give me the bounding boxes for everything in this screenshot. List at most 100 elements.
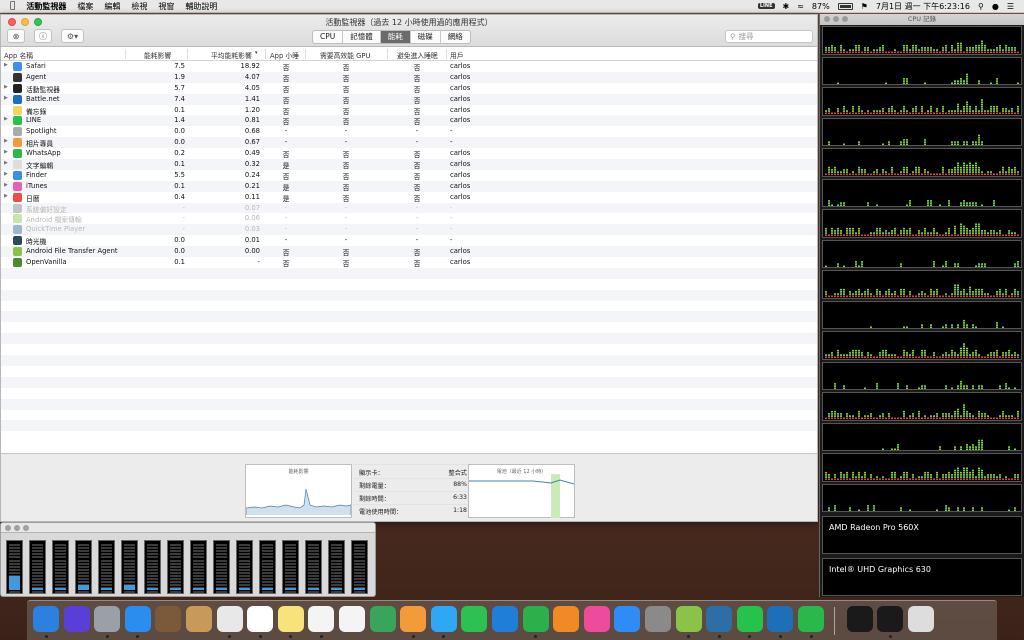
table-row[interactable]: ▶ WhatsApp 0.2 0.49 否 否 否 carlos [1,148,817,159]
stop-process-button[interactable]: ⊗ [7,29,25,43]
col-requires-gpu[interactable]: 需要高效能 GPU [320,50,371,60]
table-row[interactable]: Android 檔案傳輸 - 0.06 - - - - [1,213,817,224]
line-status-icon[interactable]: LINE [757,3,775,9]
dock-item-numbers-icon[interactable] [522,606,549,632]
tab-disk[interactable]: 磁碟 [411,31,441,43]
disclosure-triangle-icon[interactable]: ▶ [4,160,8,166]
dock-item-keynote-icon[interactable] [492,606,518,632]
dock-item-活動監視器-icon[interactable] [877,606,904,632]
menu-file[interactable]: 檔案 [77,1,93,12]
table-row[interactable]: Android File Transfer Agent 0.0 0.00 否 否 否 car… [1,246,817,257]
dock-item-日曆-icon[interactable] [247,606,274,632]
table-row[interactable]: 時光機 0.0 0.01 - - - - [1,235,817,246]
dock-item-備忘錄-icon[interactable] [277,606,304,632]
table-row[interactable]: OpenVanilla 0.1 - 否 否 否 carlos [1,257,817,268]
cell-user: carlos [450,160,471,169]
dock-item-pages-icon[interactable] [553,606,580,632]
table-row[interactable]: ▶ 活動監視器 5.7 4.05 否 否 否 carlos [1,83,817,94]
dock-item-launchpad-icon[interactable] [94,606,121,632]
sort-chevron-icon[interactable]: ▾ [255,50,258,56]
menu-help[interactable]: 輔助說明 [185,1,217,12]
disclosure-triangle-icon[interactable]: ▶ [4,193,8,199]
clock[interactable]: 7月1日 週一 下午6:23:16 [876,1,970,12]
dock-item-line-icon[interactable] [736,606,763,632]
dock-item-preview-icon[interactable] [155,606,182,632]
disclosure-triangle-icon[interactable]: ▶ [4,62,8,68]
search-input[interactable]: ⚲ 搜尋 [725,30,813,43]
user-avatar-icon[interactable]: ● [992,2,999,11]
menu-window[interactable]: 視窗 [158,1,174,12]
table-row[interactable]: 系統偏好設定 - 0.07 - - - - [1,202,817,214]
dock-item-相片-icon[interactable] [400,606,427,632]
apple-menu-icon[interactable]:  [10,1,15,11]
cpu-usage-minimize-button[interactable] [14,525,20,531]
table-row[interactable]: ▶ 文字編輯 0.1 0.32 是 否 否 carlos [1,159,817,170]
col-user[interactable]: 用戶 [450,50,464,60]
cpu-usage-zoom-button[interactable] [23,525,29,531]
spotlight-search-icon[interactable]: ⚲ [978,2,984,11]
cpu-history-zoom-button[interactable] [842,16,848,22]
dock-item-xcode-icon[interactable] [846,606,873,632]
disclosure-triangle-icon[interactable]: ▶ [4,149,8,155]
dock-item-垃圾桶-icon[interactable] [907,606,934,632]
disclosure-triangle-icon[interactable]: ▶ [4,138,8,144]
dock-item-系統偏好設定-icon[interactable] [645,606,671,632]
table-row[interactable]: ▶ LINE 1.4 0.81 否 否 否 carlos [1,115,817,126]
disclosure-triangle-icon[interactable]: ▶ [4,182,8,188]
cell-prevent-sleep: - [415,127,419,136]
bluetooth-icon[interactable]: ✱ [783,2,790,11]
dock-item-notebooks-icon[interactable] [186,606,212,632]
dock-item-訊息-icon[interactable] [430,606,457,632]
notification-center-icon[interactable]: ☰ [1007,2,1014,11]
col-app-nap[interactable]: App 小睡 [270,50,299,60]
table-row[interactable]: ▶ Safari 7.5 18.92 否 否 否 carlos [1,61,817,72]
col-prevent-sleep[interactable]: 避免進入睡眠 [397,50,438,60]
disclosure-triangle-icon[interactable]: ▶ [4,84,8,90]
table-row[interactable]: ▶ 日曆 0.4 0.11 是 否 否 carlos [1,192,817,203]
dock-item-quicktime-icon[interactable] [706,606,733,632]
tab-memory[interactable]: 記憶體 [343,31,381,43]
flag-icon[interactable]: ⚑ [861,2,868,11]
action-menu-button[interactable]: ⚙▾ [61,29,84,43]
disclosure-triangle-icon[interactable]: ▶ [4,95,8,101]
col-energy-impact[interactable]: 能耗影響 [144,50,171,60]
tab-energy[interactable]: 能耗 [380,31,411,43]
dock-item-chrome-icon[interactable] [216,606,243,632]
dock-item-itunes-icon[interactable] [583,606,610,632]
table-row[interactable]: Spotlight 0.0 0.68 - - - - [1,126,817,137]
tab-network[interactable]: 網絡 [441,31,470,43]
info-button[interactable]: ⓘ [34,29,52,43]
table-row[interactable]: ▶ 相片專員 0.0 0.67 - - - - [1,137,817,148]
cpu-history-close-button[interactable] [824,16,830,22]
dock-item-文字編輯-icon[interactable] [308,606,335,632]
menu-view[interactable]: 檢視 [131,1,147,12]
tab-cpu[interactable]: CPU [313,31,344,43]
cell-app-nap: - [284,127,288,136]
battery-icon[interactable] [837,2,853,10]
dock-item-safari-icon[interactable] [124,606,151,632]
dock-item-whatsapp-icon[interactable] [798,606,824,632]
wifi-icon[interactable]: ≈ [797,2,804,11]
dock-item-finder-icon[interactable] [33,606,59,632]
table-row[interactable]: ▶ Finder 5.5 0.24 否 否 否 carlos [1,170,817,181]
dock-item-app-store-icon[interactable] [614,606,641,632]
cpu-history-minimize-button[interactable] [833,16,839,22]
dock-item-siri-icon[interactable] [63,606,90,632]
table-row[interactable]: 備忘錄 0.1 1.20 否 否 否 carlos [1,105,817,116]
dock-item-地圖-icon[interactable] [369,606,396,632]
cpu-usage-close-button[interactable] [5,525,11,531]
table-row[interactable]: ▶ iTunes 0.1 0.21 是 否 否 carlos [1,180,817,192]
disclosure-triangle-icon[interactable]: ▶ [4,116,8,122]
dock-item-battle.net-icon[interactable] [767,606,794,632]
dock-item-提醒事項-icon[interactable] [339,606,365,632]
col-avg-energy-impact[interactable]: 平均能耗影響 [211,50,252,60]
table-row[interactable]: Agent 1.9 4.07 否 否 否 carlos [1,71,817,83]
dock-item-facetime-icon[interactable] [461,606,488,632]
table-row[interactable]: QuickTime Player - 0.03 - - - - [1,224,817,236]
col-app-name[interactable]: App 名稱 [4,50,33,60]
table-row[interactable]: ▶ Battle.net 7.4 1.41 否 否 否 carlos [1,93,817,105]
dock-item-android-icon[interactable] [675,606,702,632]
menu-edit[interactable]: 編輯 [104,1,120,12]
disclosure-triangle-icon[interactable]: ▶ [4,171,8,177]
menu-app-name[interactable]: 活動監視器 [26,1,66,12]
